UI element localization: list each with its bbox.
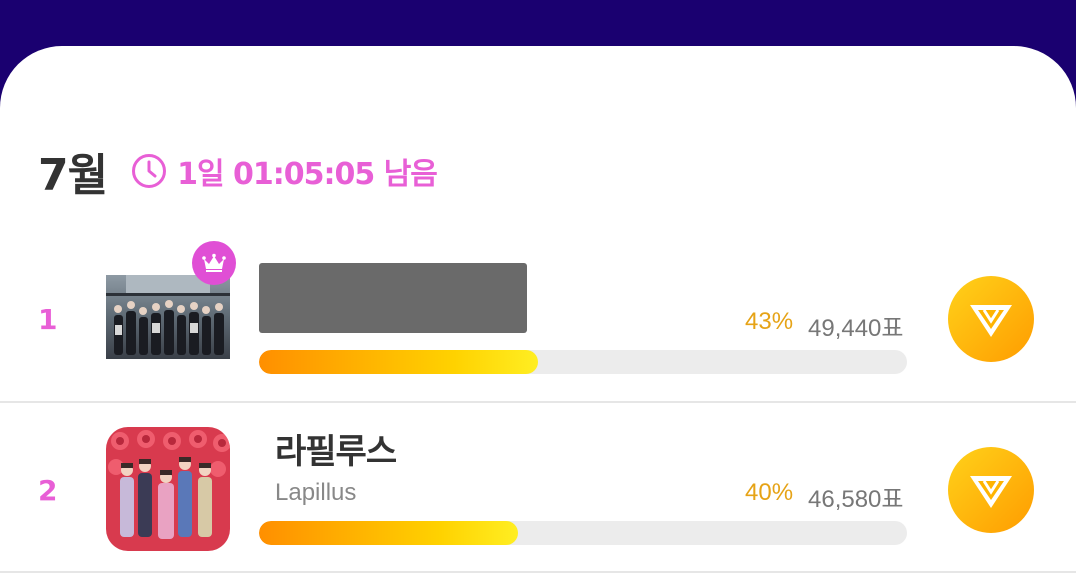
rank-number: 2 — [38, 474, 58, 507]
ranking-row[interactable]: 2 라필루스 Lapillus 40% 46,580표 — [0, 404, 1076, 574]
artist-photo — [106, 275, 230, 359]
month-header: 7월 1일 01:05:05 남음 — [38, 143, 438, 201]
vote-progress-bar — [259, 521, 907, 545]
artist-name: 라필루스 — [275, 432, 397, 472]
vote-progress-bar — [259, 350, 907, 374]
redaction-block — [259, 263, 527, 333]
vote-count: 49,440표 — [808, 315, 904, 342]
vote-percent: 43% — [745, 308, 794, 335]
vote-progress-fill — [259, 350, 538, 374]
vote-percent: 40% — [745, 479, 794, 506]
clock-icon — [132, 154, 167, 188]
countdown-text: 1일 01:05:05 남음 — [177, 157, 438, 192]
crown-icon — [192, 241, 236, 285]
artist-subtitle: Lapillus — [275, 479, 357, 506]
vote-button[interactable] — [948, 447, 1034, 533]
vote-button[interactable] — [948, 276, 1034, 362]
vote-diamond-icon — [970, 305, 1012, 337]
vote-count: 46,580표 — [808, 486, 904, 513]
vote-diamond-icon — [970, 476, 1012, 508]
vote-progress-fill — [259, 521, 519, 545]
row-divider — [0, 571, 1076, 573]
artist-photo — [106, 427, 230, 551]
ranking-row[interactable]: 1 43% 49,440표 — [0, 233, 1076, 403]
month-title: 7월 — [38, 150, 108, 201]
row-divider — [0, 401, 1076, 403]
rank-number: 1 — [38, 303, 58, 336]
